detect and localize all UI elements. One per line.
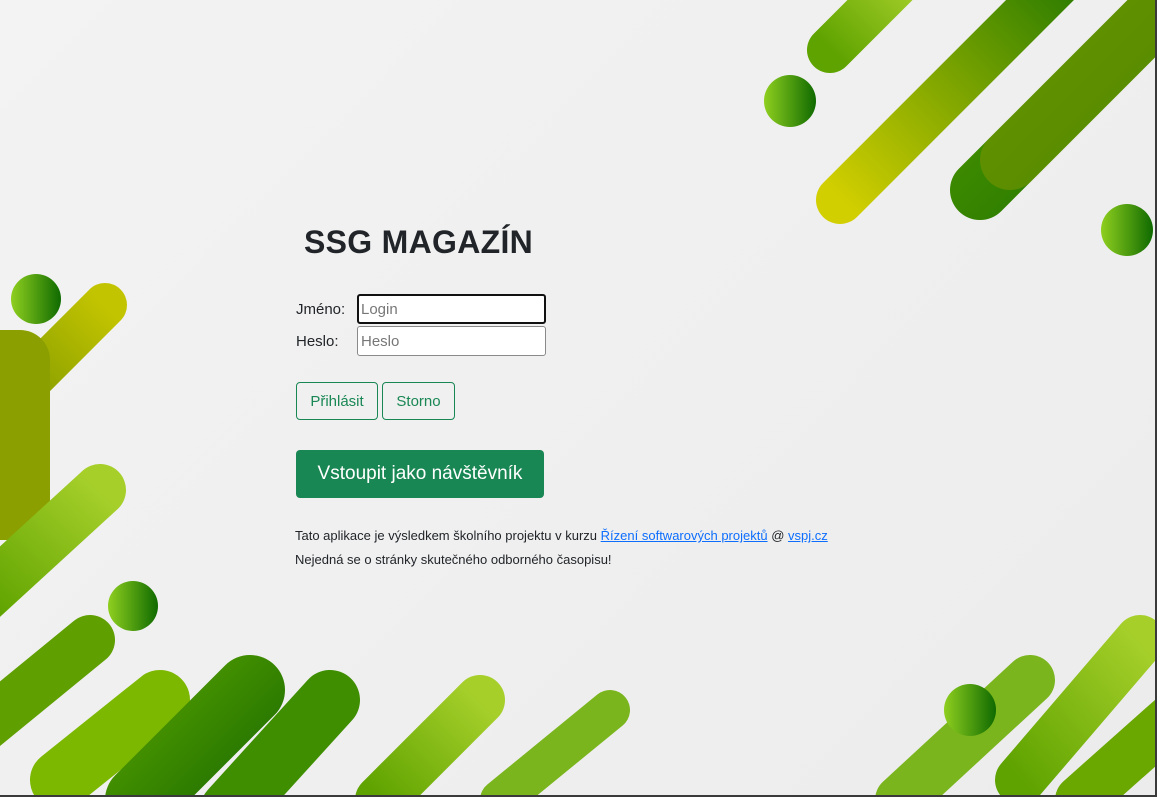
username-row: Jméno:: [296, 294, 546, 324]
page-title: SSG MAGAZÍN: [304, 224, 534, 260]
login-button[interactable]: Přihlásit: [296, 382, 378, 420]
course-link[interactable]: Řízení softwarových projektů: [601, 528, 768, 543]
school-link[interactable]: vspj.cz: [788, 528, 828, 543]
password-input[interactable]: [357, 326, 546, 356]
decor-bottom: [30, 615, 1157, 797]
cancel-button[interactable]: Storno: [382, 382, 455, 420]
password-row: Heslo:: [296, 326, 546, 356]
username-label: Jméno:: [296, 300, 346, 318]
password-label: Heslo:: [296, 332, 339, 350]
background-decoration: [0, 0, 1157, 797]
decor-left: [0, 274, 158, 746]
footer-disclaimer: Nejedná se o stránky skutečného odbornéh…: [295, 552, 612, 567]
decor-top-right: [764, 0, 1157, 256]
footer-text: Tato aplikace je výsledkem školního proj…: [295, 528, 598, 543]
footer-project-note: Tato aplikace je výsledkem školního proj…: [295, 528, 828, 543]
guest-login-button[interactable]: Vstoupit jako návštěvník: [296, 450, 544, 498]
username-input[interactable]: [357, 294, 546, 324]
footer-at-sign: @: [771, 528, 785, 543]
